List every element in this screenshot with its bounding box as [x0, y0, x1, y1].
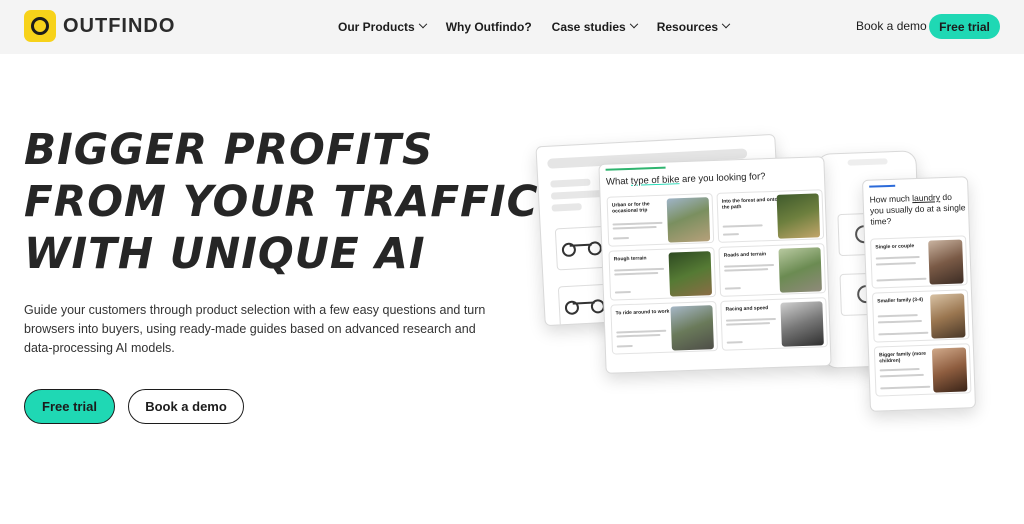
menu-item-label: Why Outfindo?: [445, 20, 532, 34]
quiz-option: Into the forest and onto the path: [716, 189, 825, 243]
bike-quiz-card: What type of bike are you looking for? U…: [598, 156, 832, 374]
menu-item-why-outfindo[interactable]: Why Outfindo?: [446, 20, 532, 34]
logo-text: OUTFINDO: [63, 14, 176, 37]
chevron-down-icon: [721, 19, 731, 29]
menu-item-resources[interactable]: Resources: [656, 19, 731, 34]
menu-item-our-products[interactable]: Our Products: [338, 19, 427, 34]
menu-item-label: Resources: [656, 20, 719, 34]
quiz-option: Rough terrain: [608, 247, 717, 301]
headline-line-2: FROM YOUR TRAFFIC: [24, 177, 539, 227]
headline-line-1: BIGGER PROFITS: [24, 125, 434, 175]
menu-item-case-studies[interactable]: Case studies: [551, 19, 638, 34]
nav-book-demo-link[interactable]: Book a demo: [856, 19, 927, 33]
hero-free-trial-button[interactable]: Free trial: [24, 389, 115, 424]
menu-item-label: Case studies: [551, 20, 626, 34]
bike-quiz-question: What type of bike are you looking for?: [605, 171, 766, 188]
headline-line-3: WITH UNIQUE AI: [24, 229, 426, 279]
laundry-quiz-card: How much laundry do you usually do at a …: [861, 176, 977, 412]
menu-item-label: Our Products: [338, 20, 415, 34]
nav-free-trial-button[interactable]: Free trial: [929, 14, 1000, 39]
quiz-option: Bigger family (more children): [873, 343, 972, 397]
chevron-down-icon: [418, 19, 427, 29]
main-menu: Our Products Why Outfindo? Case studies …: [338, 0, 749, 54]
chevron-down-icon: [629, 19, 638, 29]
quiz-option: Urban or for the occasional trip: [606, 193, 715, 247]
hero-headline: BIGGER PROFITS FROM YOUR TRAFFIC WITH UN…: [24, 124, 539, 280]
outfindo-logo[interactable]: OUTFINDO: [24, 10, 175, 42]
quiz-option: Racing and speed: [720, 297, 828, 351]
bike-icon: [564, 295, 606, 317]
top-navbar: OUTFINDO Our Products Why Outfindo? Case…: [0, 0, 1024, 54]
laundry-quiz-question: How much laundry do you usually do at a …: [869, 191, 966, 227]
quiz-option: Roads and terrain: [718, 243, 827, 297]
quiz-option: Single or couple: [870, 235, 968, 289]
quiz-option: To ride around to work: [610, 300, 719, 355]
hero-subtext: Guide your customers through product sel…: [24, 303, 486, 355]
hero-book-demo-button[interactable]: Book a demo: [128, 389, 244, 424]
quiz-option: Smaller family (3-4): [871, 289, 970, 343]
logo-mark-icon: [24, 10, 56, 42]
bike-icon: [561, 237, 603, 259]
product-illustration: What type of bike are you looking for? U…: [530, 130, 1000, 430]
